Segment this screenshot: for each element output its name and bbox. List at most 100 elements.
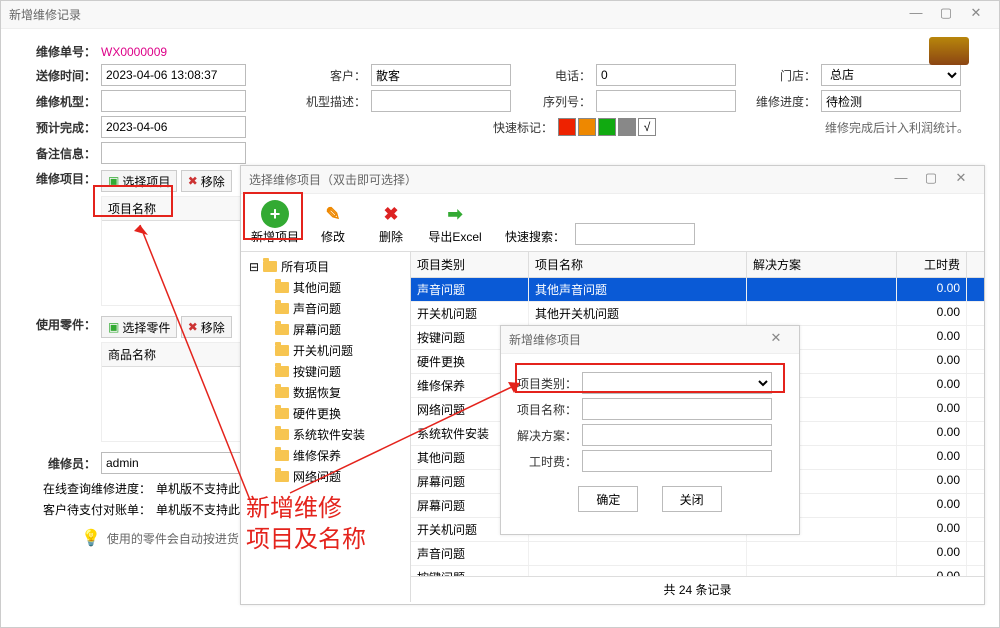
search-input[interactable] bbox=[575, 223, 695, 245]
select-titlebar: 选择维修项目（双击即可选择） — ▢ ✕ bbox=[241, 166, 984, 194]
model-desc-input[interactable] bbox=[371, 90, 511, 112]
items-label: 维修项目： bbox=[31, 170, 96, 187]
fee-input[interactable] bbox=[582, 450, 772, 472]
minimize-button[interactable]: — bbox=[901, 5, 931, 25]
cancel-button[interactable]: 关闭 bbox=[662, 486, 722, 512]
est-input[interactable] bbox=[101, 116, 246, 138]
item-name-header: 项目名称 bbox=[102, 197, 245, 221]
arrow-right-icon: ➡ bbox=[441, 200, 469, 228]
serial-input[interactable] bbox=[596, 90, 736, 112]
tree-item[interactable]: 维修保养 bbox=[271, 445, 406, 466]
pay-label: 客户待支付对账单： bbox=[31, 501, 151, 518]
folder-icon bbox=[263, 261, 277, 272]
pay-value: 单机版不支持此功 bbox=[156, 501, 252, 518]
maximize-button[interactable]: ▢ bbox=[916, 170, 946, 190]
pencil-icon: ✎ bbox=[319, 200, 347, 228]
maximize-button[interactable]: ▢ bbox=[931, 5, 961, 25]
color-green[interactable] bbox=[598, 118, 616, 136]
add-icon: ▣ bbox=[108, 174, 119, 188]
remove-icon: ✖ bbox=[188, 320, 198, 334]
folder-icon bbox=[275, 303, 289, 314]
progress-input[interactable] bbox=[821, 90, 961, 112]
folder-icon bbox=[275, 387, 289, 398]
tech-input[interactable] bbox=[101, 452, 246, 474]
table-row[interactable]: 声音问题0.00 bbox=[411, 542, 984, 566]
grid-header: 项目类别 项目名称 解决方案 工时费 bbox=[411, 252, 984, 278]
phone-input[interactable] bbox=[596, 64, 736, 86]
quickmark-label: 快速标记： bbox=[493, 119, 553, 136]
parts-label: 使用零件： bbox=[31, 316, 96, 333]
add-title: 新增维修项目 bbox=[509, 331, 581, 348]
online-query-value: 单机版不支持此功 bbox=[156, 480, 252, 497]
tree-item[interactable]: 声音问题 bbox=[271, 298, 406, 319]
tech-label: 维修员： bbox=[31, 455, 96, 472]
add-titlebar: 新增维修项目 ✕ bbox=[501, 326, 799, 354]
minus-icon: ⊟ bbox=[249, 260, 259, 274]
export-button[interactable]: ➡ 导出Excel bbox=[425, 200, 485, 245]
solution-label: 解决方案： bbox=[517, 427, 577, 444]
online-query-label: 在线查询维修进度： bbox=[31, 480, 151, 497]
folder-icon bbox=[275, 471, 289, 482]
name-label: 项目名称： bbox=[517, 401, 577, 418]
model-input[interactable] bbox=[101, 90, 246, 112]
est-label: 预计完成： bbox=[31, 119, 96, 136]
serial-label: 序列号： bbox=[531, 93, 591, 110]
ok-button[interactable]: 确定 bbox=[578, 486, 638, 512]
name-input[interactable] bbox=[582, 398, 772, 420]
folder-icon bbox=[275, 366, 289, 377]
close-button[interactable]: ✕ bbox=[946, 170, 976, 190]
edit-button[interactable]: ✎ 修改 bbox=[309, 200, 357, 245]
tree-item[interactable]: 按键问题 bbox=[271, 361, 406, 382]
solution-input[interactable] bbox=[582, 424, 772, 446]
main-title: 新增维修记录 bbox=[9, 6, 81, 23]
tree-item[interactable]: 开关机问题 bbox=[271, 340, 406, 361]
add-icon: ▣ bbox=[108, 320, 119, 334]
customer-input[interactable] bbox=[371, 64, 511, 86]
tree-item[interactable]: 其他问题 bbox=[271, 277, 406, 298]
delete-button[interactable]: ✖ 删除 bbox=[367, 200, 415, 245]
part-name-header: 商品名称 bbox=[102, 343, 245, 367]
tree-root[interactable]: ⊟ 所有项目 bbox=[245, 256, 406, 277]
folder-icon bbox=[275, 345, 289, 356]
toolbox-icon bbox=[929, 37, 969, 65]
remark-input[interactable] bbox=[101, 142, 246, 164]
tree-item[interactable]: 硬件更换 bbox=[271, 403, 406, 424]
tree-item[interactable]: 数据恢复 bbox=[271, 382, 406, 403]
model-label: 维修机型： bbox=[31, 93, 96, 110]
remove-part-button[interactable]: ✖ 移除 bbox=[181, 316, 232, 338]
tree-item[interactable]: 系统软件安装 bbox=[271, 424, 406, 445]
minimize-button[interactable]: — bbox=[886, 170, 916, 190]
select-item-button[interactable]: ▣ 选择项目 bbox=[101, 170, 177, 192]
close-button[interactable]: ✕ bbox=[961, 5, 991, 25]
add-item-button[interactable]: + 新增项目 bbox=[251, 200, 299, 245]
tree-item[interactable]: 网络问题 bbox=[271, 466, 406, 487]
send-time-label: 送修时间： bbox=[31, 67, 96, 84]
remark-label: 备注信息： bbox=[31, 145, 96, 162]
color-red[interactable] bbox=[558, 118, 576, 136]
progress-label: 维修进度： bbox=[756, 93, 816, 110]
plus-icon: + bbox=[261, 200, 289, 228]
order-no-label: 维修单号： bbox=[31, 43, 96, 60]
customer-label: 客户： bbox=[306, 67, 366, 84]
tree-item[interactable]: 屏幕问题 bbox=[271, 319, 406, 340]
color-gray[interactable] bbox=[618, 118, 636, 136]
select-toolbar: + 新增项目 ✎ 修改 ✖ 删除 ➡ 导出Excel 快速搜索： bbox=[241, 194, 984, 252]
table-row[interactable]: 开关机问题其他开关机问题0.00 bbox=[411, 302, 984, 326]
grid-footer: 共 24 条记录 bbox=[411, 576, 984, 602]
remove-item-button[interactable]: ✖ 移除 bbox=[181, 170, 232, 192]
remove-icon: ✖ bbox=[188, 174, 198, 188]
profit-note: 维修完成后计入利润统计。 bbox=[825, 119, 969, 136]
cross-icon: ✖ bbox=[377, 200, 405, 228]
color-check[interactable]: √ bbox=[638, 118, 656, 136]
table-row[interactable]: 按键问题0.00 bbox=[411, 566, 984, 576]
color-orange[interactable] bbox=[578, 118, 596, 136]
search-label: 快速搜索： bbox=[505, 228, 565, 245]
close-button[interactable]: ✕ bbox=[761, 330, 791, 350]
select-part-button[interactable]: ▣ 选择零件 bbox=[101, 316, 177, 338]
folder-icon bbox=[275, 450, 289, 461]
store-select[interactable]: 总店 bbox=[821, 64, 961, 86]
cat-select[interactable] bbox=[582, 372, 772, 394]
send-time-input[interactable] bbox=[101, 64, 246, 86]
table-row[interactable]: 声音问题其他声音问题0.00 bbox=[411, 278, 984, 302]
folder-icon bbox=[275, 282, 289, 293]
